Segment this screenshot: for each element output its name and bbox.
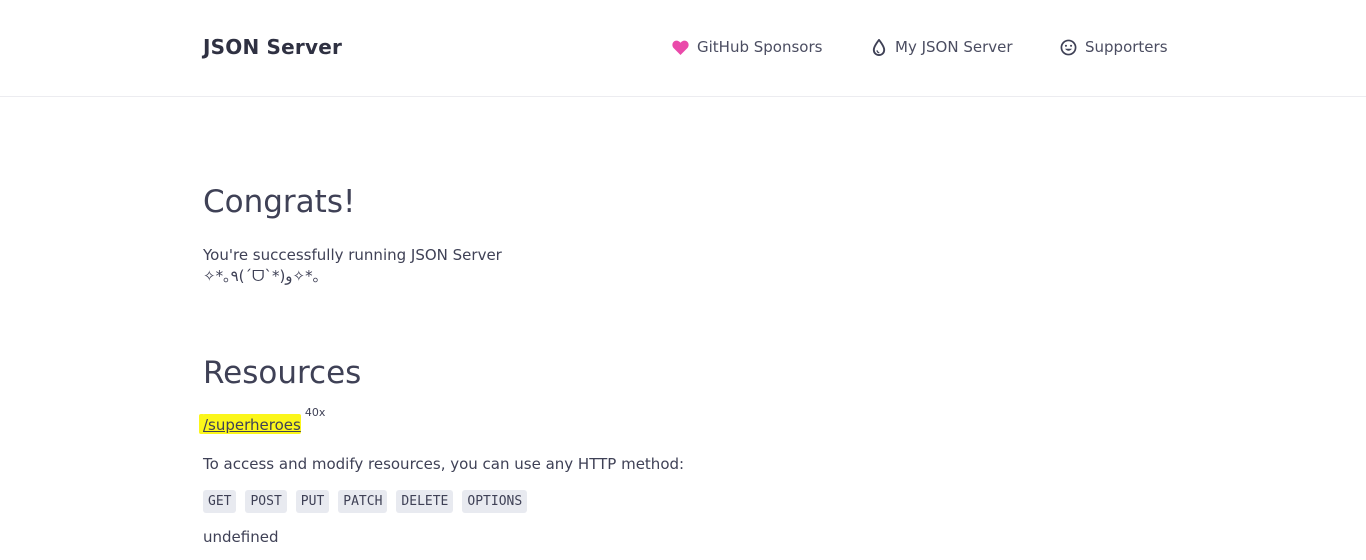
method-patch: PATCH bbox=[338, 490, 388, 513]
brand-logo-link[interactable]: JSON Server bbox=[203, 35, 342, 59]
nav-github-sponsors[interactable]: GitHub Sponsors bbox=[672, 38, 822, 56]
access-description: To access and modify resources, you can … bbox=[203, 455, 685, 473]
nav-github-sponsors-label: GitHub Sponsors bbox=[697, 38, 823, 56]
nav-supporters[interactable]: Supporters bbox=[1060, 38, 1168, 56]
nav-my-json-server[interactable]: My JSON Server bbox=[870, 38, 1013, 56]
method-delete: DELETE bbox=[396, 490, 454, 513]
nav-supporters-label: Supporters bbox=[1085, 38, 1168, 56]
nav-my-json-server-label: My JSON Server bbox=[895, 38, 1013, 56]
congrats-heading: Congrats! bbox=[203, 184, 356, 220]
drop-icon bbox=[870, 38, 887, 56]
heart-icon bbox=[672, 39, 689, 56]
top-navbar: JSON Server GitHub Sponsors My JSON Serv… bbox=[0, 0, 1366, 97]
method-post: POST bbox=[245, 490, 287, 513]
kaomoji-text: ✧*｡٩(ˊᗜˋ*)و✧*｡ bbox=[203, 267, 321, 285]
footer-undefined-text: undefined bbox=[203, 528, 279, 546]
resources-heading: Resources bbox=[203, 355, 362, 391]
resource-count: 40x bbox=[304, 406, 326, 419]
resource-link-superheroes[interactable]: /superheroes bbox=[203, 414, 301, 434]
smiley-icon bbox=[1060, 39, 1077, 56]
method-put: PUT bbox=[295, 490, 330, 513]
running-text: You're successfully running JSON Server bbox=[203, 246, 502, 264]
method-get: GET bbox=[203, 490, 237, 513]
congrats-message: You're successfully running JSON Server … bbox=[203, 245, 502, 287]
http-methods-list: GET POST PUT PATCH DELETE OPTIONS bbox=[203, 490, 528, 513]
method-options: OPTIONS bbox=[462, 490, 528, 513]
resource-item: /superheroes40x bbox=[203, 406, 325, 434]
